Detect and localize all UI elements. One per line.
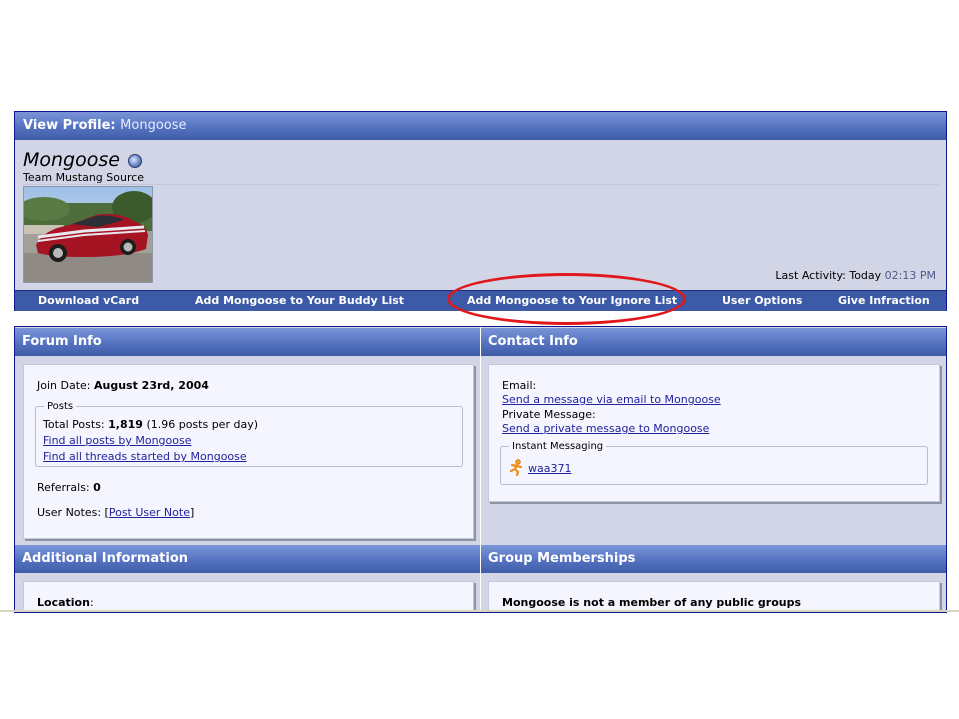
location-label: Location (37, 596, 90, 609)
referrals-label: Referrals: (37, 481, 90, 494)
give-infraction-tab[interactable]: Give Infraction (838, 294, 930, 307)
additional-info-header: Additional Information (15, 545, 480, 573)
profile-divider (23, 184, 939, 185)
location: Location: (37, 596, 94, 609)
total-posts-label: Total Posts: (43, 418, 105, 431)
email-link[interactable]: Send a message via email to Mongoose (502, 393, 721, 406)
last-activity: Last Activity: Today 02:13 PM (775, 269, 936, 282)
last-activity-time: 02:13 PM (884, 269, 936, 282)
highlight-ellipse (447, 273, 686, 325)
pm-link[interactable]: Send a private message to Mongoose (502, 422, 709, 435)
referrals-value: 0 (93, 481, 101, 494)
group-memberships-message: Mongoose is not a member of any public g… (502, 596, 802, 609)
contact-info-box: Email: Send a message via email to Mongo… (488, 364, 940, 502)
forum-info-title: Forum Info (22, 334, 102, 349)
additional-info-box: Location: (23, 581, 474, 612)
profile-header-label: View Profile (23, 118, 111, 133)
user-title: Team Mustang Source (23, 171, 145, 184)
pm-label: Private Message: (502, 408, 596, 421)
bottom-edge (0, 610, 959, 612)
profile-header: View Profile: Mongoose (15, 112, 946, 140)
avatar (23, 186, 153, 283)
user-options-tab[interactable]: User Options (722, 294, 802, 307)
join-date: Join Date: August 23rd, 2004 (37, 379, 209, 392)
group-memberships-box: Mongoose is not a member of any public g… (488, 581, 940, 612)
user-notes-label: User Notes: [ (37, 506, 109, 519)
profile-details: Forum Info Join Date: August 23rd, 2004 … (14, 326, 947, 613)
join-date-label: Join Date: (37, 379, 91, 392)
posts-legend: Posts (47, 401, 74, 412)
mustang-car-image (24, 187, 152, 282)
download-vcard-tab[interactable]: Download vCard (38, 294, 139, 307)
user-notes: User Notes: [Post User Note] (37, 506, 194, 519)
contact-info-title: Contact Info (488, 334, 578, 349)
right-column: Contact Info Email: Send a message via e… (481, 327, 946, 612)
username: Mongoose (23, 149, 120, 171)
post-user-note-link[interactable]: Post User Note (109, 506, 190, 519)
group-memberships-header: Group Memberships (481, 545, 946, 573)
aim-handle-link[interactable]: waa371 (528, 462, 571, 475)
find-threads-link[interactable]: Find all threads started by Mongoose (43, 450, 247, 463)
forum-info-box: Join Date: August 23rd, 2004 Posts Total… (23, 364, 474, 539)
left-column: Forum Info Join Date: August 23rd, 2004 … (15, 327, 480, 612)
add-buddy-tab[interactable]: Add Mongoose to Your Buddy List (195, 294, 404, 307)
profile-header-separator: : (110, 118, 121, 133)
forum-info-header: Forum Info (15, 328, 480, 356)
aim-running-man-icon (509, 459, 525, 477)
total-posts: Total Posts: 1,819 (1.96 posts per day) (43, 418, 258, 431)
profile-header-user: Mongoose (120, 118, 187, 133)
referrals: Referrals: 0 (37, 481, 101, 494)
join-date-value: August 23rd, 2004 (94, 379, 209, 392)
user-notes-close: ] (189, 506, 195, 519)
total-posts-value: 1,819 (108, 418, 143, 431)
posts-per-day: (1.96 posts per day) (146, 418, 258, 431)
find-posts-link[interactable]: Find all posts by Mongoose (43, 434, 192, 447)
contact-info-header: Contact Info (481, 328, 946, 356)
instant-messaging-legend: Instant Messaging (512, 441, 604, 452)
email-label: Email: (502, 379, 537, 392)
location-colon: : (89, 596, 94, 609)
group-memberships-title: Group Memberships (488, 551, 636, 566)
offline-status-icon (128, 154, 142, 168)
additional-info-title: Additional Information (22, 551, 189, 566)
last-activity-label: Last Activity: Today (775, 269, 882, 282)
